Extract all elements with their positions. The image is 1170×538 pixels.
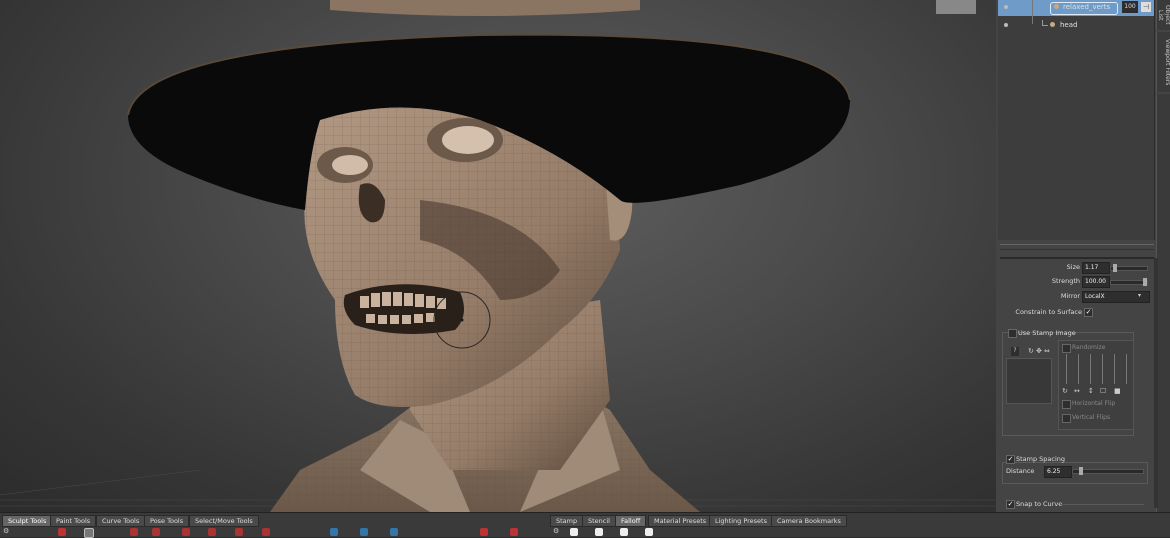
sculpt-model [0,0,996,512]
size-label: Size [1066,263,1080,271]
sculpt-tool-icon[interactable] [152,528,160,536]
layer-weight-field[interactable]: 100 [1122,1,1138,13]
size-slider[interactable] [1110,264,1148,272]
sculpt-tool-icon[interactable] [330,528,338,536]
side-tab-strip [1156,94,1170,512]
mouth [343,284,464,334]
edit-icon[interactable]: ☐ [1100,387,1106,395]
square-icon[interactable]: ■ [1114,387,1121,395]
snap-label: Snap to Curve [1016,500,1063,508]
settings-icon[interactable]: ⚙ [3,527,9,535]
tree-line [1032,0,1033,24]
move-icon[interactable]: ✥ [1036,347,1042,355]
strength-label: Strength [1051,277,1080,285]
constrain-checkbox[interactable]: ✓ [1084,308,1093,317]
layer-name: head [1060,21,1078,29]
hat-crown [330,0,640,16]
panel-splitter [1000,257,1154,259]
layer-icon [1054,4,1059,9]
sculpt-tool-icon[interactable] [480,528,488,536]
hflip-label: Horizontal Flip [1072,400,1116,407]
stamp-sliders[interactable] [1064,354,1128,384]
tab-curve-tools[interactable]: Curve Tools [96,515,146,527]
strength-field[interactable]: 100.00 [1082,276,1110,288]
stamp-spacing-label: Stamp Spacing [1016,455,1066,463]
stamp-spacing-checkbox[interactable]: ✓ [1006,455,1015,464]
sculpt-tool-icon[interactable] [130,528,138,536]
falloff-icon[interactable] [570,528,578,536]
rotate-icon[interactable]: ↻ [1028,347,1034,355]
tab-pose-tools[interactable]: Pose Tools [144,515,190,527]
sculpt-tool-icon[interactable] [58,528,66,536]
distance-field[interactable]: 6.25 [1044,466,1072,478]
sculpt-tool-icon[interactable] [235,528,243,536]
tree-line-icon [1042,20,1048,26]
strength-slider[interactable] [1110,278,1148,286]
constrain-label: Constrain to Surface [1015,308,1082,316]
tab-falloff[interactable]: Falloff [615,515,647,527]
snap-divider [1060,504,1144,505]
sculpt-tool-icon[interactable] [208,528,216,536]
mirror-label: Mirror [1060,292,1080,300]
layer-list: relaxed_verts 100 ⊣ head [998,0,1155,240]
help-icon[interactable]: ? [1011,347,1019,356]
randomize-label: Randomize [1072,344,1106,351]
vflip-checkbox[interactable] [1062,414,1071,423]
tab-sculpt-tools[interactable]: Sculpt Tools [2,515,53,527]
tab-paint-tools[interactable]: Paint Tools [50,515,97,527]
distance-label: Distance [1006,467,1035,475]
pin-icon[interactable]: ⊣ [1141,2,1151,12]
distance-slider[interactable] [1072,467,1144,475]
sculpt-tool-icon[interactable] [262,528,270,536]
view-cube [936,0,976,14]
v-arrows-icon[interactable]: ↕ [1088,387,1094,395]
layer-name: relaxed_verts [1063,3,1111,11]
vflip-label: Vertical Flips [1072,414,1111,421]
right-panel: relaxed_verts 100 ⊣ head Object List Vie… [996,0,1170,512]
layer-icon [1050,22,1055,27]
flip-icon[interactable]: ⇔ [1044,347,1050,355]
hflip-checkbox[interactable] [1062,400,1071,409]
rotate-stamp-icon[interactable]: ↻ [1062,387,1068,395]
falloff-icon[interactable] [645,528,653,536]
tab-camera-bookmarks[interactable]: Camera Bookmarks [771,515,847,527]
sculpt-tool-icon[interactable] [360,528,368,536]
sculpt-tool-icon[interactable] [84,528,94,538]
use-stamp-checkbox[interactable] [1008,329,1017,338]
snap-checkbox[interactable]: ✓ [1006,500,1015,509]
tab-material-presets[interactable]: Material Presets [648,515,713,527]
falloff-icon[interactable] [595,528,603,536]
size-field[interactable]: 1.17 [1082,262,1110,274]
sculpt-tool-icon[interactable] [510,528,518,536]
tab-stamp[interactable]: Stamp [550,515,584,527]
layer-row-head[interactable]: head [998,18,1154,34]
visibility-icon[interactable] [1004,5,1008,9]
randomize-checkbox[interactable] [1062,344,1071,353]
tab-object-list[interactable]: Object List [1156,0,1170,30]
sculpt-tool-icon[interactable] [182,528,190,536]
settings-icon[interactable]: ⚙ [553,527,559,535]
tab-stencil[interactable]: Stencil [582,515,616,527]
3d-viewport[interactable] [0,0,996,512]
h-arrows-icon[interactable]: ↔ [1074,387,1080,395]
tab-select-move-tools[interactable]: Select/Move Tools [189,515,259,527]
stamp-preview[interactable] [1006,358,1052,404]
layer-row-relaxed-verts[interactable]: relaxed_verts 100 ⊣ [998,0,1154,16]
visibility-icon[interactable] [1004,23,1008,27]
tab-viewport-filters[interactable]: Viewport Filters [1156,32,1170,92]
tab-lighting-presets[interactable]: Lighting Presets [709,515,773,527]
panel-divider[interactable] [1000,244,1154,250]
tool-tray: Sculpt Tools Paint Tools Curve Tools Pos… [0,512,1170,538]
falloff-icon[interactable] [620,528,628,536]
scrollbar[interactable] [1154,258,1158,508]
chevron-down-icon: ▾ [1138,292,1142,299]
sculpt-tool-icon[interactable] [390,528,398,536]
use-stamp-label: Use Stamp Image [1018,329,1076,337]
